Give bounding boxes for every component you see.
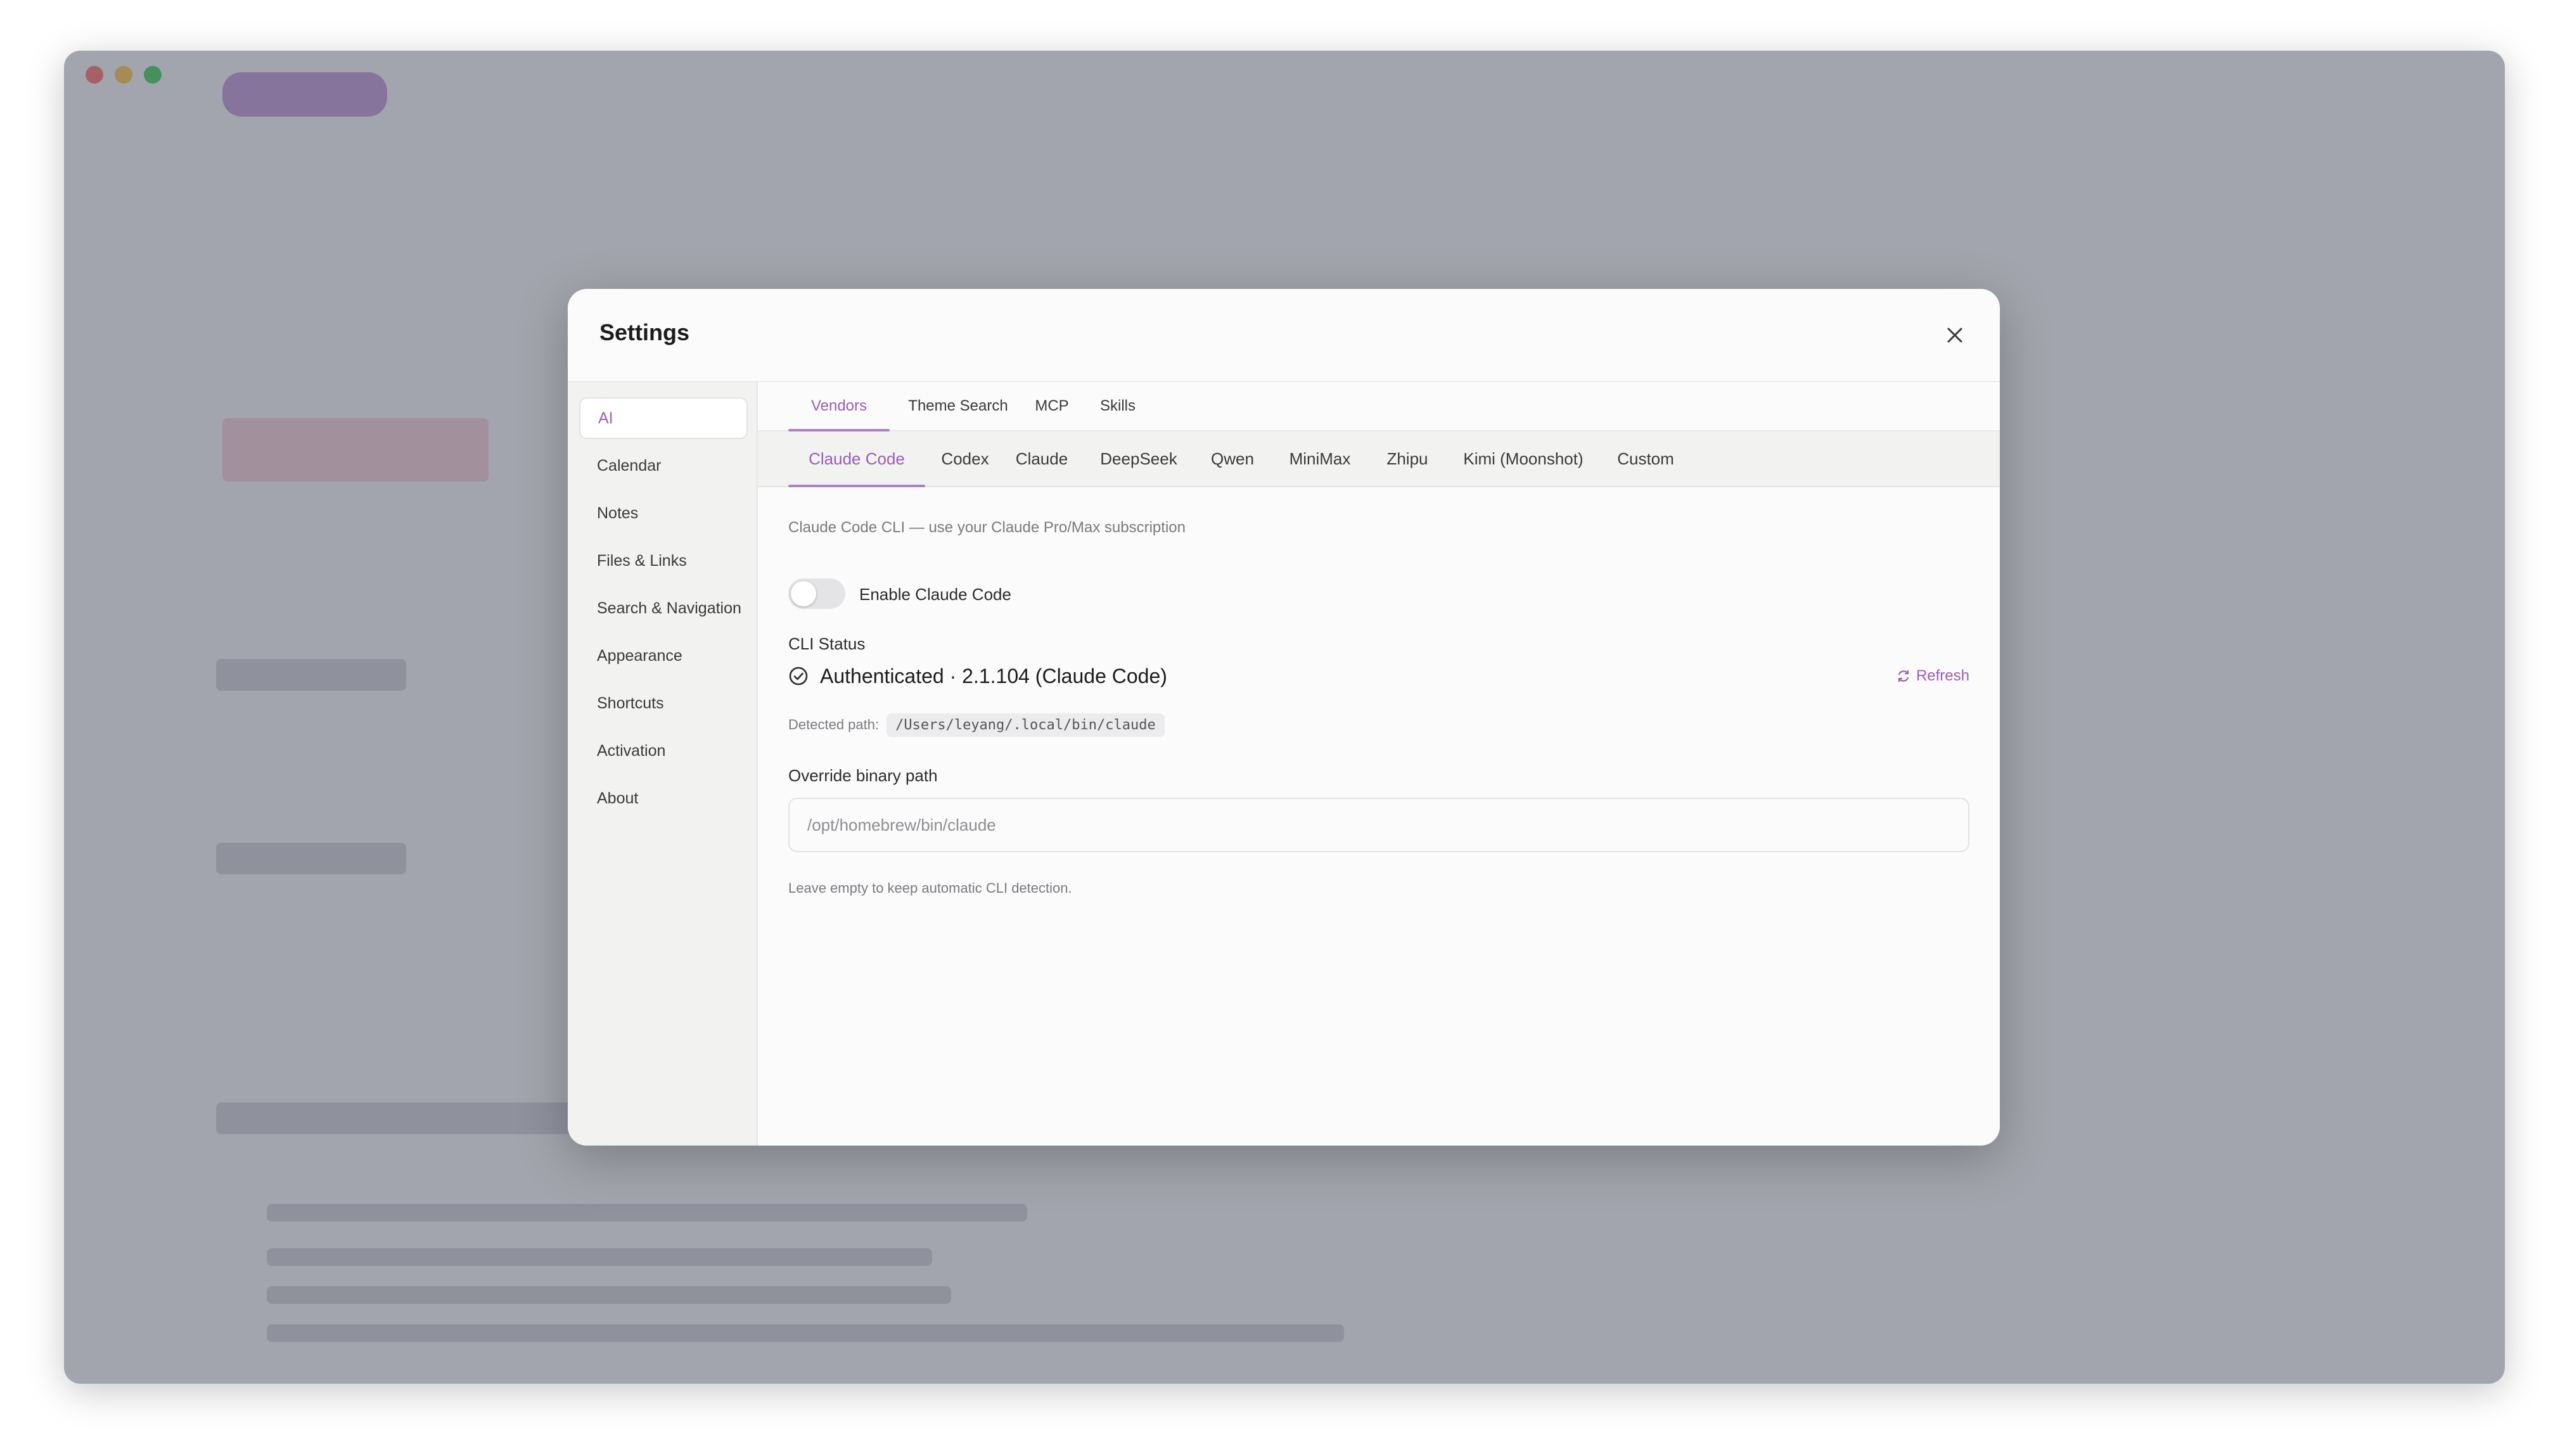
tab-skills[interactable]: Skills	[1086, 382, 1149, 430]
toggle-knob	[791, 581, 816, 606]
tab-custom[interactable]: Custom	[1604, 431, 1687, 486]
sidebar-item-appearance[interactable]: Appearance	[579, 635, 748, 677]
tab-vendors[interactable]: Vendors	[788, 382, 890, 431]
settings-main: Vendors Theme Search MCP Skills Claude C…	[758, 382, 2000, 1146]
tab-kimi-moonshot[interactable]: Kimi (Moonshot)	[1447, 431, 1599, 486]
override-binary-path-input[interactable]	[788, 798, 1969, 852]
cli-status-label: CLI Status	[788, 634, 866, 653]
override-hint: Leave empty to keep automatic CLI detect…	[788, 880, 1072, 896]
tab-qwen[interactable]: Qwen	[1198, 431, 1267, 486]
enable-claude-code-toggle[interactable]	[788, 578, 845, 609]
tab-minimax[interactable]: MiniMax	[1272, 431, 1367, 486]
close-button[interactable]	[1942, 322, 1968, 348]
cli-status-text: Authenticated · 2.1.104 (Claude Code)	[820, 664, 1167, 687]
sidebar-item-activation[interactable]: Activation	[579, 730, 748, 772]
enable-claude-code-label: Enable Claude Code	[859, 585, 1011, 604]
refresh-icon	[1898, 670, 1909, 682]
sidebar-item-calendar[interactable]: Calendar	[579, 445, 748, 487]
tab-zhipu[interactable]: Zhipu	[1373, 431, 1442, 486]
tab-codex[interactable]: Codex	[930, 431, 1000, 486]
sidebar-item-files-links[interactable]: Files & Links	[579, 540, 748, 582]
dialog-header: Settings	[568, 289, 2000, 382]
sidebar-item-notes[interactable]: Notes	[579, 492, 748, 534]
check-circle-icon	[789, 667, 808, 686]
sidebar-item-ai[interactable]: AI	[579, 397, 748, 439]
tab-claude-code[interactable]: Claude Code	[788, 431, 925, 487]
refresh-button[interactable]: Refresh	[1896, 665, 1969, 687]
detected-path-row: Detected path: /Users/leyang/.local/bin/…	[788, 712, 1165, 738]
tab-claude[interactable]: Claude	[1004, 431, 1080, 486]
refresh-label: Refresh	[1916, 667, 1969, 684]
override-binary-path-label: Override binary path	[788, 766, 938, 785]
dialog-title: Settings	[599, 319, 690, 345]
sidebar-item-shortcuts[interactable]: Shortcuts	[579, 682, 748, 724]
vendor-tab-bar: Claude Code Codex Claude DeepSeek Qwen M…	[758, 431, 2000, 487]
detected-path-label: Detected path:	[788, 717, 880, 732]
tab-theme-search[interactable]: Theme Search	[901, 382, 1015, 430]
top-tab-bar: Vendors Theme Search MCP Skills	[758, 382, 2000, 431]
sidebar-item-search-navigation[interactable]: Search & Navigation	[579, 587, 748, 629]
settings-dialog: Settings AI Calendar Notes Files & Links…	[568, 289, 2000, 1146]
vendor-description: Claude Code CLI — use your Claude Pro/Ma…	[788, 519, 1186, 536]
tab-mcp[interactable]: MCP	[1027, 382, 1077, 430]
settings-sidebar: AI Calendar Notes Files & Links Search &…	[568, 382, 758, 1146]
cli-status-row: Authenticated · 2.1.104 (Claude Code)	[788, 663, 1167, 689]
sidebar-item-about[interactable]: About	[579, 777, 748, 819]
tab-deepseek[interactable]: DeepSeek	[1085, 431, 1193, 486]
detected-path-value: /Users/leyang/.local/bin/claude	[886, 713, 1165, 737]
claude-code-panel: Claude Code CLI — use your Claude Pro/Ma…	[788, 487, 1969, 1146]
close-icon	[1947, 328, 1962, 343]
